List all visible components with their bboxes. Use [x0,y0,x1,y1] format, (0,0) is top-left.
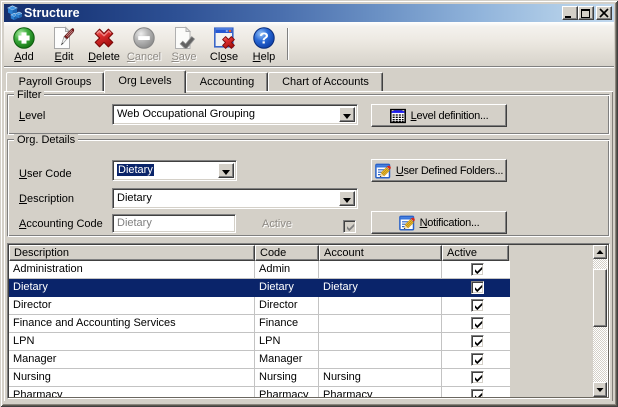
svg-text:?: ? [259,31,269,48]
